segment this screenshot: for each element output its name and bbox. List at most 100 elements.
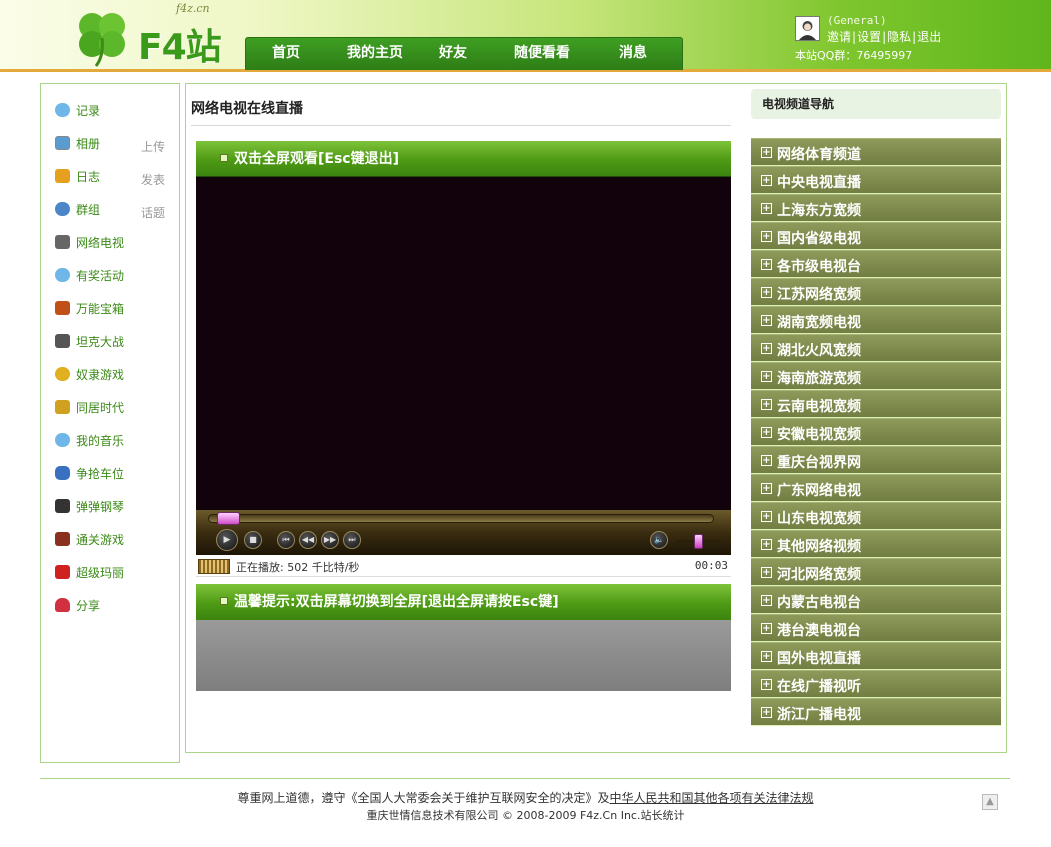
- channel-item[interactable]: + 国内省级电视: [751, 222, 1001, 250]
- clover-icon: [79, 13, 125, 67]
- channel-name: 河北网络宽频: [777, 567, 861, 583]
- channel-item[interactable]: + 河北网络宽频: [751, 558, 1001, 586]
- sidebar-item-label: 我的音乐: [76, 434, 125, 448]
- channel-item[interactable]: + 网络体育频道: [751, 138, 1001, 166]
- channel-item[interactable]: + 广东网络电视: [751, 474, 1001, 502]
- channel-item[interactable]: + 云南电视宽频: [751, 390, 1001, 418]
- sidebar-item-records[interactable]: 记录: [55, 100, 175, 120]
- play-button[interactable]: ▶: [216, 529, 238, 551]
- upload-link[interactable]: 上传: [141, 138, 165, 155]
- separator: |: [852, 30, 857, 44]
- expand-icon: +: [761, 371, 772, 382]
- nav-friends[interactable]: 好友: [424, 38, 482, 70]
- footer-divider: [40, 778, 1010, 779]
- main-nav: 首页 我的主页 好友 随便看看 消息: [245, 37, 683, 70]
- nav-home[interactable]: 首页: [246, 38, 326, 70]
- sidebar-item-events[interactable]: 有奖活动: [55, 265, 175, 285]
- video-screen[interactable]: [196, 177, 731, 512]
- fast-forward-button[interactable]: ▶▶: [321, 531, 339, 549]
- channel-item[interactable]: + 山东电视宽频: [751, 502, 1001, 530]
- privacy-link[interactable]: 隐私: [887, 30, 911, 44]
- expand-icon: +: [761, 707, 772, 718]
- rewind-button[interactable]: ◀◀: [299, 531, 317, 549]
- sidebar-item-web-tv[interactable]: 网络电视: [55, 232, 175, 252]
- previous-button[interactable]: ⏮: [277, 531, 295, 549]
- channel-name: 中央电视直播: [777, 175, 861, 191]
- volume-handle[interactable]: [694, 534, 703, 549]
- post-link[interactable]: 发表: [141, 171, 165, 188]
- sidebar-item-piano[interactable]: 弹弹钢琴: [55, 496, 175, 516]
- nav-messages[interactable]: 消息: [602, 38, 664, 70]
- sidebar-item-cohabit[interactable]: 同居时代: [55, 397, 175, 417]
- channel-item[interactable]: + 各市级电视台: [751, 250, 1001, 278]
- qq-group: 本站QQ群：76495997: [795, 49, 913, 62]
- volume-icon[interactable]: 🔈: [650, 531, 668, 549]
- diary-icon: [55, 169, 70, 183]
- user-links: 邀请|设置|隐私|退出: [827, 28, 941, 45]
- channel-item[interactable]: + 海南旅游宽频: [751, 362, 1001, 390]
- channel-name: 云南电视宽频: [777, 399, 861, 415]
- car-icon: [55, 466, 70, 480]
- channel-item[interactable]: + 国外电视直播: [751, 642, 1001, 670]
- channel-item[interactable]: + 湖南宽频电视: [751, 306, 1001, 334]
- expand-icon: +: [761, 259, 772, 270]
- channel-name: 内蒙古电视台: [777, 595, 861, 611]
- heart-icon: [55, 598, 70, 612]
- sidebar-item-label: 相册: [76, 137, 101, 151]
- channel-item[interactable]: + 湖北火风宽频: [751, 334, 1001, 362]
- settings-link[interactable]: 设置: [857, 30, 881, 44]
- sidebar-item-music[interactable]: 我的音乐: [55, 430, 175, 450]
- channel-item[interactable]: + 港台澳电视台: [751, 614, 1001, 642]
- channel-name: 安徽电视宽频: [777, 427, 861, 443]
- stop-button[interactable]: ■: [244, 531, 262, 549]
- back-to-top-icon[interactable]: ▲: [982, 794, 998, 810]
- footer-legal: 尊重网上道德，遵守《全国人大常委会关于维护互联网安全的决定》及中华人民共和国其他…: [0, 789, 1051, 806]
- channel-name: 国内省级电视: [777, 231, 861, 247]
- channel-item[interactable]: + 在线广播视听: [751, 670, 1001, 698]
- logout-link[interactable]: 退出: [917, 30, 941, 44]
- channel-name: 国外电视直播: [777, 651, 861, 667]
- nav-browse[interactable]: 随便看看: [482, 38, 602, 70]
- laws-link[interactable]: 中华人民共和国其他各项有关法律法规: [610, 791, 814, 805]
- seek-bar[interactable]: [208, 514, 714, 523]
- sidebar-item-label: 群组: [76, 203, 101, 217]
- chat-bubble-icon: [55, 268, 70, 282]
- expand-icon: +: [761, 147, 772, 158]
- channel-item[interactable]: + 中央电视直播: [751, 166, 1001, 194]
- channel-item[interactable]: + 江苏网络宽频: [751, 278, 1001, 306]
- avatar[interactable]: [795, 16, 820, 41]
- channel-list: + 网络体育频道 + 中央电视直播 + 上海东方宽频 + 国内省级电视 + 各市级电视台 …: [751, 138, 1001, 726]
- channel-item[interactable]: + 安徽电视宽频: [751, 418, 1001, 446]
- channel-item[interactable]: + 内蒙古电视台: [751, 586, 1001, 614]
- sidebar-item-label: 分享: [76, 599, 101, 613]
- sidebar-item-label: 弹弹钢琴: [76, 500, 125, 514]
- sidebar-item-label: 奴隶游戏: [76, 368, 125, 382]
- channel-name: 上海东方宽频: [777, 203, 861, 219]
- topic-link[interactable]: 话题: [141, 204, 165, 221]
- sidebar-item-parking[interactable]: 争抢车位: [55, 463, 175, 483]
- sidebar-item-level-game[interactable]: 通关游戏: [55, 529, 175, 549]
- invite-link[interactable]: 邀请: [827, 30, 851, 44]
- sidebar-item-share[interactable]: 分享: [55, 595, 175, 615]
- channel-item[interactable]: + 浙江广播电视: [751, 698, 1001, 726]
- next-button[interactable]: ⏭: [343, 531, 361, 549]
- sidebar-item-label: 网络电视: [76, 236, 125, 250]
- page-title: 网络电视在线直播: [191, 101, 303, 117]
- stats-link[interactable]: 站长统计: [640, 809, 684, 822]
- sidebar-item-label: 万能宝箱: [76, 302, 125, 316]
- channel-item[interactable]: + 上海东方宽频: [751, 194, 1001, 222]
- sidebar-item-label: 日志: [76, 170, 101, 184]
- site-logo[interactable]: f4z.cn F4站: [70, 2, 240, 70]
- group-icon: [55, 202, 70, 216]
- nav-my-home[interactable]: 我的主页: [326, 38, 424, 70]
- channel-item[interactable]: + 其他网络视频: [751, 530, 1001, 558]
- channel-nav-title: 电视频道导航: [762, 97, 835, 111]
- sidebar-item-treasure-box[interactable]: 万能宝箱: [55, 298, 175, 318]
- sidebar-item-slave-game[interactable]: 奴隶游戏: [55, 364, 175, 384]
- channel-name: 山东电视宽频: [777, 511, 861, 527]
- seek-handle[interactable]: [216, 512, 240, 525]
- expand-icon: +: [761, 203, 772, 214]
- channel-item[interactable]: + 重庆台视界网: [751, 446, 1001, 474]
- sidebar-item-super-mario[interactable]: 超级玛丽: [55, 562, 175, 582]
- sidebar-item-tank-battle[interactable]: 坦克大战: [55, 331, 175, 351]
